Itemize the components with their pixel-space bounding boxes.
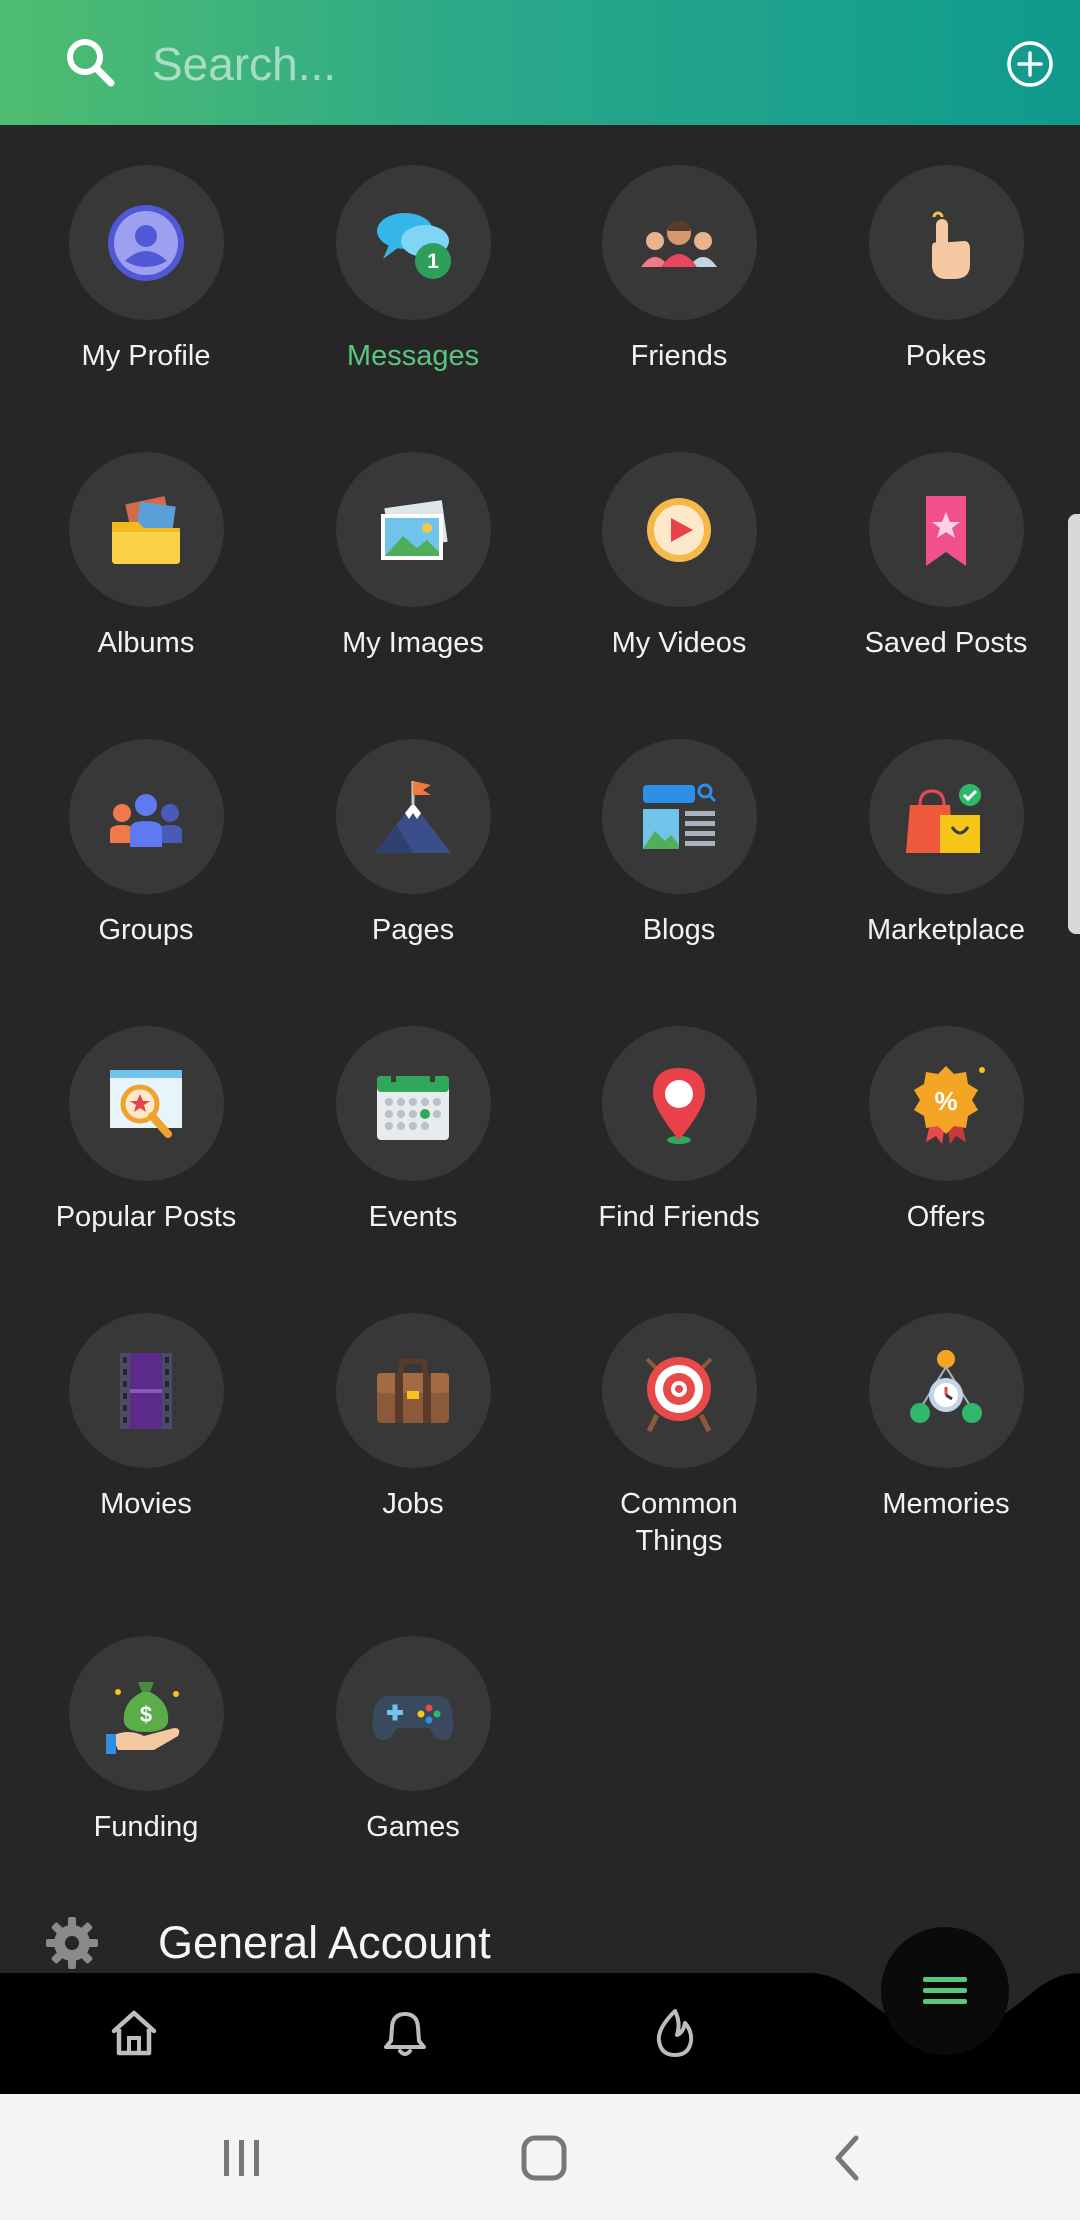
menu-tile-marketplace[interactable]: Marketplace <box>813 739 1079 949</box>
add-circle-icon[interactable] <box>1006 40 1054 88</box>
menu-tile-label: Jobs <box>382 1488 444 1520</box>
menu-tile-label: Pokes <box>905 340 987 372</box>
menu-tile-label: Marketplace <box>867 914 1025 946</box>
menu-tile-friends[interactable]: Friends <box>546 165 812 375</box>
flame-icon[interactable] <box>647 2005 703 2061</box>
menu-tile-label: Friends <box>630 340 728 372</box>
menu-tile-my-profile[interactable]: My Profile <box>13 165 279 375</box>
menu-tile-blogs[interactable]: Blogs <box>546 739 812 949</box>
search-input[interactable] <box>150 28 954 100</box>
menu-tile-groups[interactable]: Groups <box>13 739 279 949</box>
menu-icon <box>923 1977 967 2004</box>
menu-tile-messages[interactable]: 1 Messages <box>280 165 546 375</box>
system-navigation-bar <box>0 2094 1080 2220</box>
menu-tile-label: Saved Posts <box>864 627 1028 659</box>
money-bag-hand-icon: $ <box>106 1681 180 1754</box>
menu-tile-my-videos[interactable]: My Videos <box>546 452 812 662</box>
poke-hand-icon <box>932 211 970 279</box>
menu-tile-games[interactable]: Games <box>280 1636 546 1846</box>
menu-tile-label: Events <box>368 1201 458 1233</box>
home-button-icon[interactable] <box>514 2128 574 2188</box>
menu-tile-label: Movies <box>100 1488 192 1520</box>
menu-tile-label: Memories <box>882 1488 1010 1520</box>
profile-icon <box>108 204 184 281</box>
messages-icon: 1 <box>377 212 451 279</box>
menu-tile-popular-posts[interactable]: Popular Posts <box>13 1026 279 1236</box>
popular-search-icon <box>110 1069 182 1138</box>
svg-text:%: % <box>934 1086 957 1116</box>
menu-tile-jobs[interactable]: Jobs <box>280 1313 546 1523</box>
svg-text:$: $ <box>140 1702 152 1727</box>
menu-tile-label: Messages <box>346 340 480 372</box>
blog-icon <box>643 783 717 849</box>
menu-tile-movies[interactable]: Movies <box>13 1313 279 1523</box>
back-icon[interactable] <box>818 2128 878 2188</box>
menu-tile-label: Blogs <box>642 914 716 946</box>
gear-icon <box>46 1917 98 1969</box>
menu-tile-label: My Videos <box>611 627 747 659</box>
menu-tile-events[interactable]: Events <box>280 1026 546 1236</box>
shopping-bag-icon <box>906 783 981 853</box>
offer-badge-icon: % <box>914 1065 985 1144</box>
menu-tile-find-friends[interactable]: Find Friends <box>546 1026 812 1236</box>
search-icon[interactable] <box>64 36 116 88</box>
friends-icon <box>641 220 717 267</box>
menu-fab-button[interactable] <box>881 1927 1009 2055</box>
menu-tile-label: Albums <box>97 627 195 659</box>
menu-tile-label: Popular Posts <box>55 1201 237 1233</box>
images-icon <box>381 499 448 560</box>
calendar-icon <box>377 1069 449 1140</box>
menu-tile-pages[interactable]: Pages <box>280 739 546 949</box>
menu-tile-saved-posts[interactable]: Saved Posts <box>813 452 1079 662</box>
location-pin-icon <box>653 1067 705 1144</box>
menu-tile-label: Pages <box>371 914 455 946</box>
menu-tile-label: Find Friends <box>598 1201 760 1233</box>
menu-tile-pokes[interactable]: Pokes <box>813 165 1079 375</box>
menu-tile-label: Offers <box>906 1201 986 1233</box>
briefcase-icon <box>377 1358 449 1423</box>
target-icon <box>645 1356 713 1432</box>
groups-icon <box>110 793 182 847</box>
film-strip-icon <box>120 1352 172 1429</box>
album-folder-icon <box>112 495 180 564</box>
recent-apps-icon[interactable] <box>212 2128 272 2188</box>
bell-icon[interactable] <box>377 2005 433 2061</box>
menu-tile-albums[interactable]: Albums <box>13 452 279 662</box>
home-icon[interactable] <box>106 2005 162 2061</box>
menu-tile-my-images[interactable]: My Images <box>280 452 546 662</box>
top-bar <box>0 0 1080 125</box>
memories-clock-icon <box>910 1349 982 1423</box>
section-title: General Account <box>158 1917 491 1968</box>
video-play-icon <box>647 497 711 562</box>
menu-tile-offers[interactable]: % Offers <box>813 1026 1079 1236</box>
menu-tile-label: Common Things <box>620 1488 738 1557</box>
menu-tile-label: Funding <box>93 1811 199 1843</box>
menu-tile-label: Games <box>366 1811 460 1843</box>
menu-tile-label: My Images <box>342 627 484 659</box>
message-badge: 1 <box>427 250 439 273</box>
menu-tile-memories[interactable]: Memories <box>813 1313 1079 1523</box>
menu-tile-funding[interactable]: $ Funding <box>13 1636 279 1846</box>
gamepad-icon <box>372 1695 454 1740</box>
flag-mountain-icon <box>375 780 451 853</box>
bookmark-icon <box>926 495 966 566</box>
general-account-section[interactable]: General Account <box>42 1908 491 1978</box>
menu-tile-label: My Profile <box>81 340 211 372</box>
menu-tile-common-things[interactable]: Common Things <box>546 1313 812 1560</box>
menu-tile-label: Groups <box>98 914 194 946</box>
